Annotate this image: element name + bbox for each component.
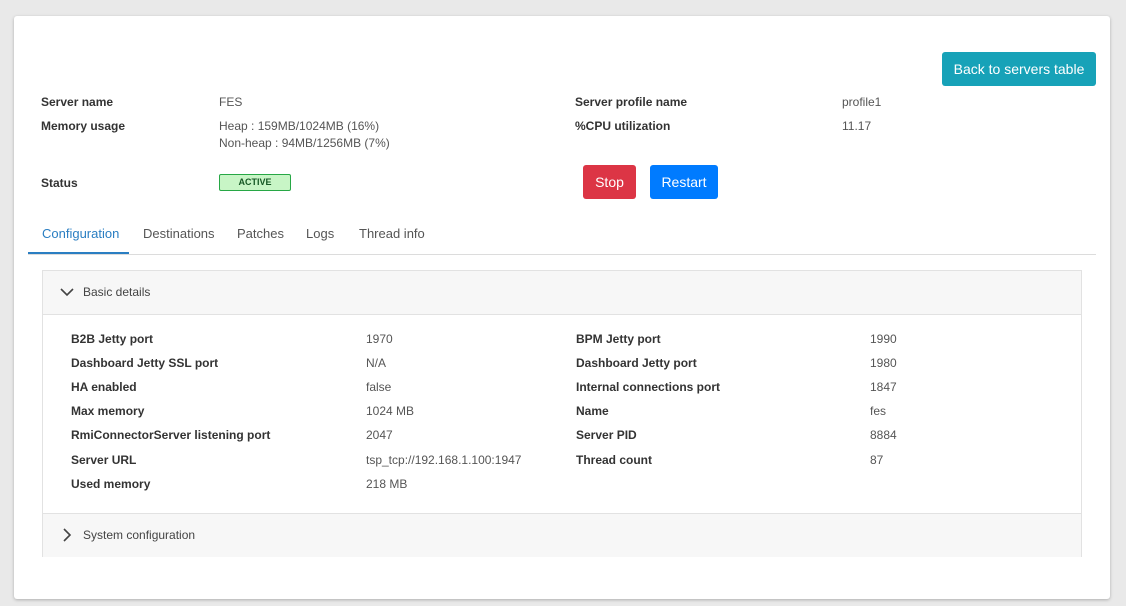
cpu-utilization-label: %CPU utilization: [575, 119, 671, 133]
detail-label: RmiConnectorServer listening port: [71, 428, 271, 442]
cpu-utilization-value: 11.17: [842, 119, 872, 133]
tab-logs[interactable]: Logs: [306, 226, 334, 241]
chevron-down-icon: [60, 288, 74, 297]
basic-details-title: Basic details: [83, 285, 151, 299]
detail-value: N/A: [366, 356, 387, 370]
memory-heap-value: Heap : 159MB/1024MB (16%): [219, 119, 380, 133]
detail-label: Max memory: [71, 404, 145, 418]
tab-thread-info[interactable]: Thread info: [359, 226, 425, 241]
system-configuration-title: System configuration: [83, 528, 196, 542]
status-label: Status: [41, 176, 78, 190]
detail-label: Thread count: [576, 453, 653, 467]
detail-label: Server PID: [576, 428, 637, 442]
basic-details-header[interactable]: Basic details: [43, 271, 1081, 315]
detail-value: 8884: [870, 428, 897, 442]
system-configuration-header[interactable]: System configuration: [43, 513, 1081, 557]
stop-button[interactable]: Stop: [583, 165, 636, 199]
detail-label: BPM Jetty port: [576, 332, 661, 346]
detail-value: fes: [870, 404, 887, 418]
memory-nonheap-value: Non-heap : 94MB/1256MB (7%): [219, 136, 390, 150]
tab-bar: Configuration Destinations Patches Logs …: [28, 216, 1096, 255]
detail-label: Dashboard Jetty port: [576, 356, 697, 370]
active-tab-indicator: [28, 252, 129, 254]
detail-value: 218 MB: [366, 477, 408, 491]
detail-value: 1990: [870, 332, 897, 346]
memory-usage-label: Memory usage: [41, 119, 126, 133]
tab-configuration[interactable]: Configuration: [42, 226, 119, 241]
detail-value: false: [366, 380, 392, 394]
detail-label: Name: [576, 404, 609, 418]
detail-value: 1847: [870, 380, 897, 394]
detail-label: Server URL: [71, 453, 137, 467]
detail-value: 87: [870, 453, 884, 467]
server-profile-value: profile1: [842, 95, 882, 109]
restart-button[interactable]: Restart: [650, 165, 718, 199]
server-details-card: Back to servers table Server name FES Me…: [14, 16, 1110, 599]
detail-value: tsp_tcp://192.168.1.100:1947: [366, 453, 522, 467]
tab-patches[interactable]: Patches: [237, 226, 284, 241]
server-name-value: FES: [219, 95, 243, 109]
detail-value: 1024 MB: [366, 404, 415, 418]
chevron-right-icon: [63, 528, 72, 542]
back-to-servers-button[interactable]: Back to servers table: [942, 52, 1096, 86]
detail-value: 2047: [366, 428, 393, 442]
tab-destinations[interactable]: Destinations: [143, 226, 215, 241]
detail-label: Dashboard Jetty SSL port: [71, 356, 219, 370]
detail-value: 1970: [366, 332, 393, 346]
configuration-panel: Basic details B2B Jetty port 1970 Dashbo…: [42, 270, 1082, 557]
detail-label: Internal connections port: [576, 380, 721, 394]
server-name-label: Server name: [41, 95, 114, 109]
detail-label: HA enabled: [71, 380, 137, 394]
detail-value: 1980: [870, 356, 897, 370]
server-profile-label: Server profile name: [575, 95, 688, 109]
detail-label: Used memory: [71, 477, 151, 491]
status-badge: ACTIVE: [219, 174, 291, 191]
detail-label: B2B Jetty port: [71, 332, 154, 346]
